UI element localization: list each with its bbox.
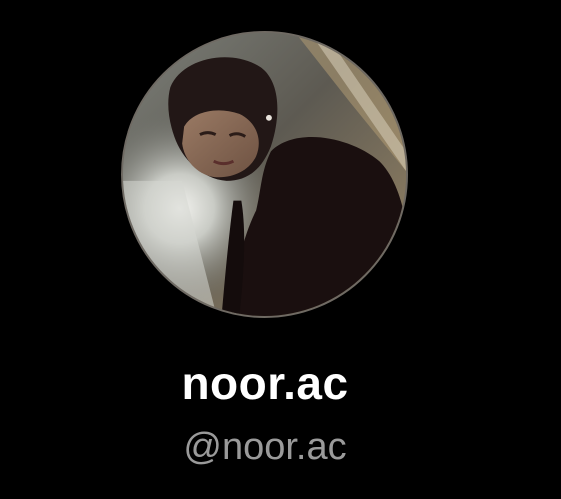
avatar-photo-icon — [123, 33, 406, 316]
profile-handle: @noor.ac — [183, 426, 347, 468]
profile-header: noor.ac @noor.ac — [0, 0, 561, 499]
profile-avatar[interactable] — [121, 31, 408, 318]
profile-display-name: noor.ac — [181, 357, 349, 409]
